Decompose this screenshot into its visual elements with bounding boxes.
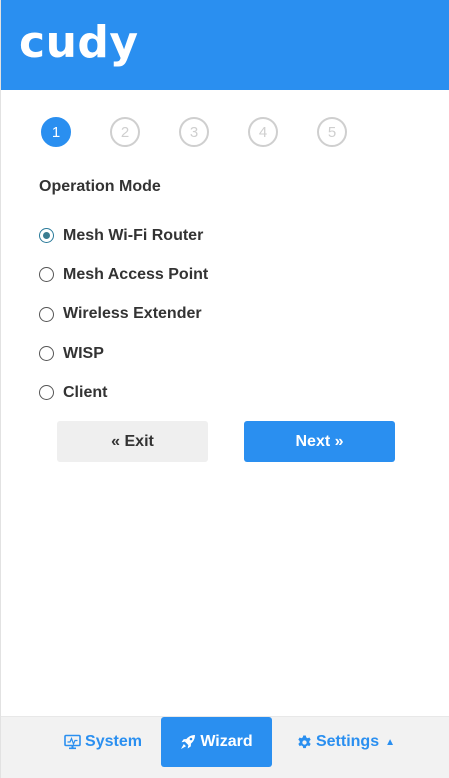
option-client[interactable]: Client — [39, 373, 208, 412]
footer-wizard-label: Wizard — [200, 733, 253, 750]
radio-client[interactable] — [39, 385, 54, 401]
rocket-icon — [180, 734, 196, 750]
operation-mode-options: Mesh Wi-Fi Router Mesh Access Point Wire… — [39, 216, 208, 412]
option-mesh-access-point[interactable]: Mesh Access Point — [39, 255, 208, 294]
operation-mode-title: Operation Mode — [39, 178, 161, 195]
gear-icon — [297, 734, 312, 750]
footer-wizard-link[interactable]: Wizard — [161, 717, 272, 767]
footer-system-label: System — [85, 733, 142, 750]
exit-button[interactable]: « Exit — [57, 421, 208, 462]
option-label: Mesh Wi-Fi Router — [63, 226, 204, 244]
step-5: 5 — [317, 117, 347, 147]
step-2: 2 — [110, 117, 140, 147]
step-3: 3 — [179, 117, 209, 147]
radio-mesh-access-point[interactable] — [39, 267, 54, 283]
app-page: cudy 1 2 3 4 5 Operation Mode Mesh Wi-Fi… — [0, 0, 449, 778]
radio-mesh-wifi-router[interactable] — [39, 228, 54, 244]
step-4: 4 — [248, 117, 278, 147]
radio-wireless-extender[interactable] — [39, 306, 54, 322]
header-bar: cudy — [1, 0, 449, 90]
wizard-steps: 1 2 3 4 5 — [41, 117, 347, 147]
option-label: WISP — [63, 344, 104, 362]
option-label: Client — [63, 383, 108, 401]
radio-wisp[interactable] — [39, 346, 54, 362]
caret-up-icon: ▲ — [385, 736, 396, 748]
footer-nav: System Wizard Settings ▲ — [1, 716, 449, 778]
footer-system-link[interactable]: System — [53, 717, 153, 767]
option-label: Wireless Extender — [63, 305, 202, 323]
option-wisp[interactable]: WISP — [39, 334, 208, 373]
monitor-icon — [64, 734, 81, 750]
cudy-logo: cudy — [19, 17, 139, 68]
option-wireless-extender[interactable]: Wireless Extender — [39, 295, 208, 334]
next-button[interactable]: Next » — [244, 421, 395, 462]
footer-settings-link[interactable]: Settings ▲ — [286, 717, 406, 767]
option-label: Mesh Access Point — [63, 265, 209, 283]
step-1: 1 — [41, 117, 71, 147]
option-mesh-wifi-router[interactable]: Mesh Wi-Fi Router — [39, 216, 208, 255]
footer-settings-label: Settings — [315, 733, 380, 750]
